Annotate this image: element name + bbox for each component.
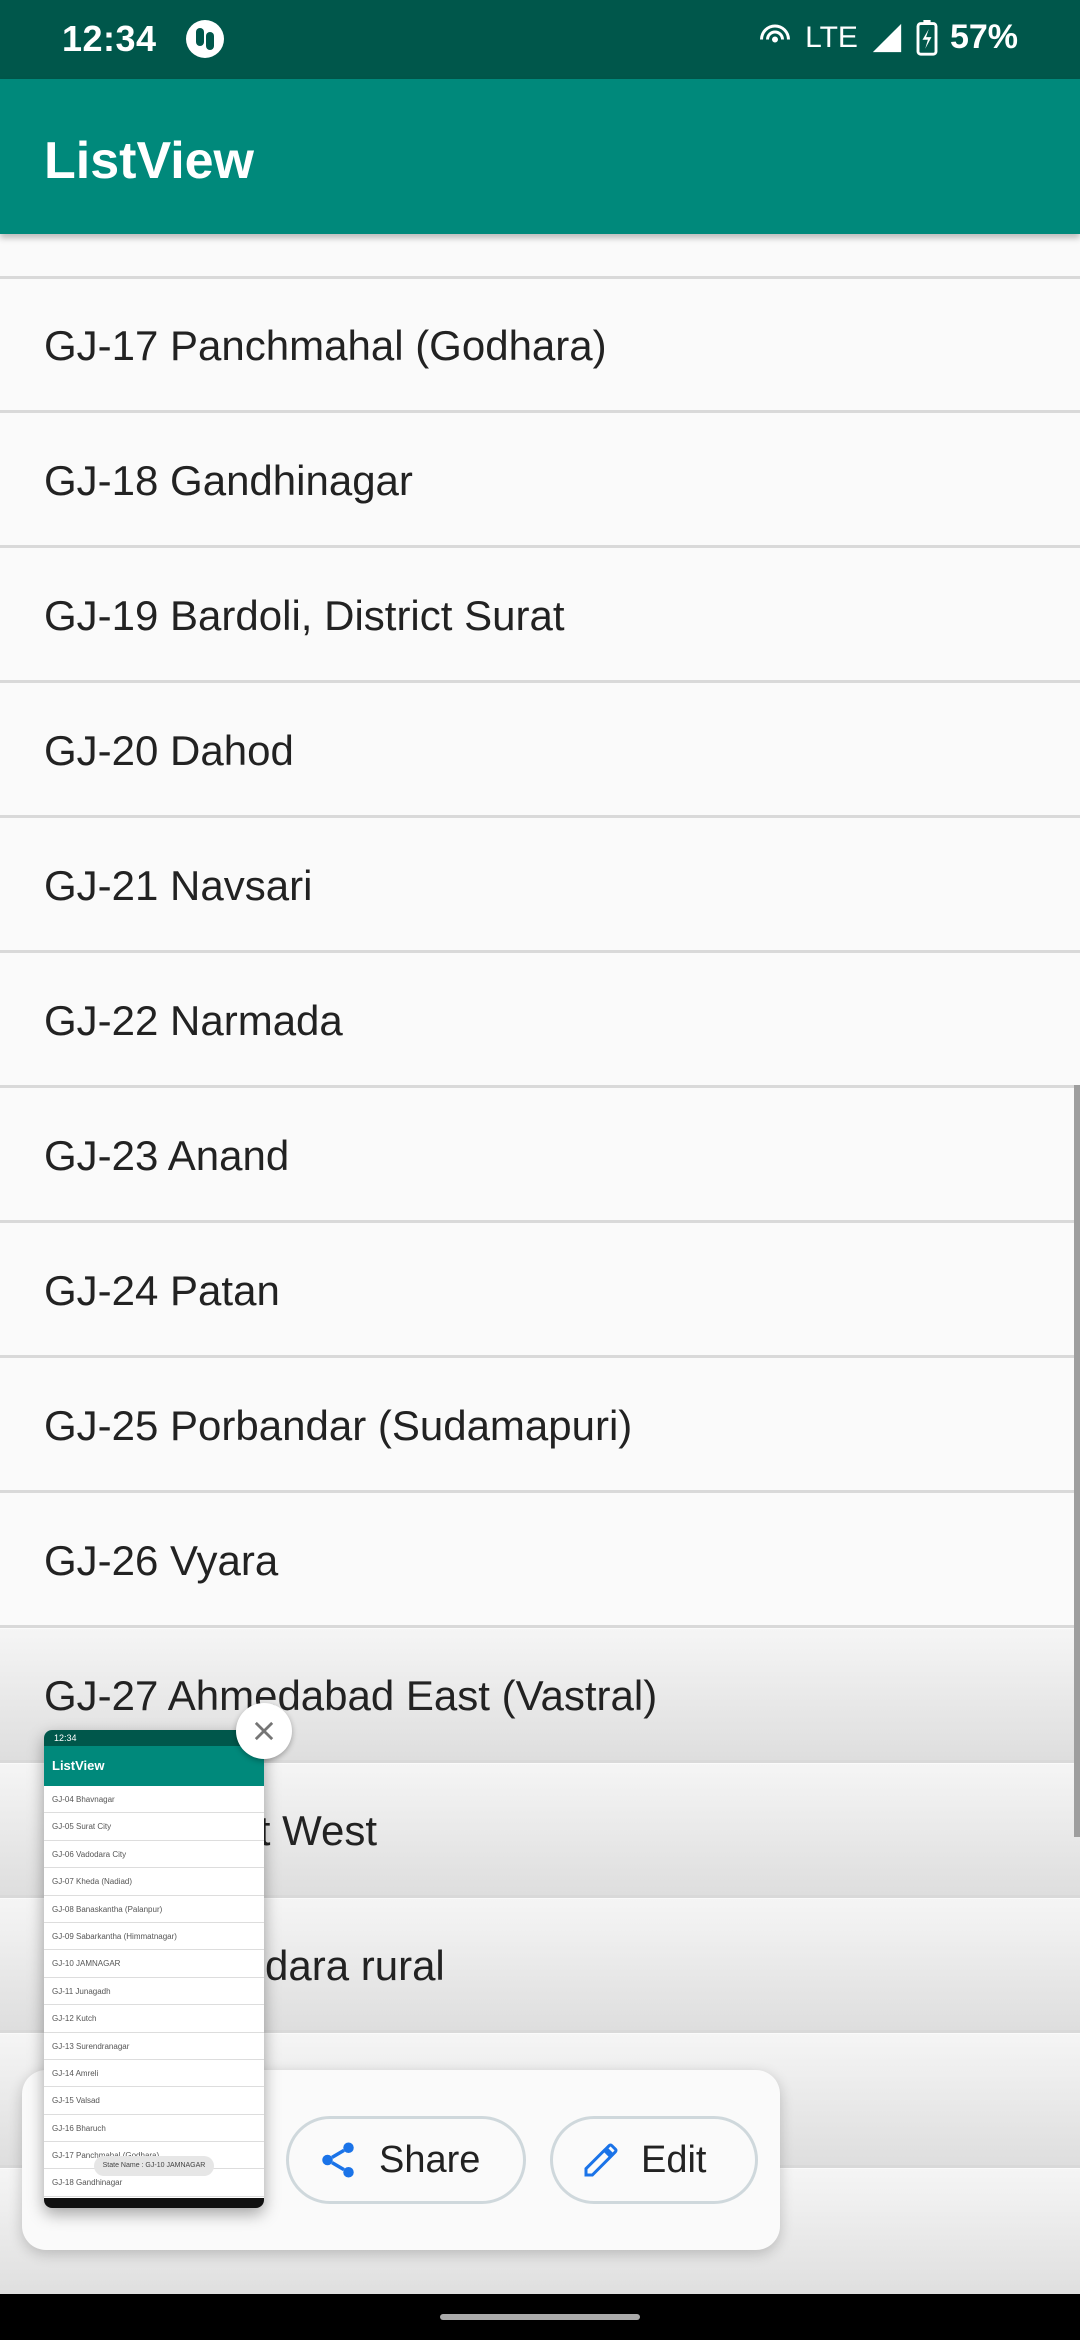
thumb-list-item: GJ-12 Kutch — [44, 2005, 264, 2033]
thumb-app-bar: ListView — [44, 1746, 264, 1786]
share-label: Share — [379, 2138, 481, 2181]
pencil-icon — [584, 2143, 618, 2177]
status-time: 12:34 — [62, 18, 157, 59]
thumb-list-item: GJ-08 Banaskantha (Palanpur) — [44, 1896, 264, 1923]
screenshot-thumbnail[interactable]: 12:34 ListView GJ-04 Bhavnagar GJ-05 Sur… — [44, 1730, 264, 2208]
battery-charging-icon — [916, 19, 938, 56]
thumb-list-item: GJ-13 Surendranagar — [44, 2033, 264, 2060]
thumb-list-item: GJ-10 JAMNAGAR — [44, 1950, 264, 1978]
page-title: ListView — [44, 132, 255, 190]
status-bar: 12:34 LTE 57% — [0, 0, 1080, 79]
thumb-list-item: GJ-15 Valsad — [44, 2087, 264, 2115]
status-icons: LTE 57% — [757, 18, 1018, 57]
gesture-handle[interactable] — [440, 2314, 640, 2320]
dismiss-button[interactable] — [236, 1703, 292, 1759]
list-item[interactable]: GJ-24 Patan — [0, 1224, 1080, 1358]
list-item[interactable]: GJ-21 Navsari — [0, 819, 1080, 953]
share-icon — [322, 2142, 354, 2178]
edit-label: Edit — [641, 2138, 707, 2181]
thumb-nav-bar — [44, 2198, 264, 2208]
thumb-list-item: GJ-14 Amreli — [44, 2060, 264, 2088]
list-item[interactable]: GJ-20 Dahod — [0, 684, 1080, 818]
list-item[interactable]: GJ-22 Narmada — [0, 954, 1080, 1088]
edit-button[interactable]: Edit — [550, 2116, 758, 2204]
thumb-list-item: GJ-07 Kheda (Nadiad) — [44, 1868, 264, 1896]
thumb-list-item: GJ-05 Surat City — [44, 1813, 264, 1841]
battery-percent: 57% — [949, 18, 1018, 56]
thumb-list-item: GJ-04 Bhavnagar — [44, 1786, 264, 1814]
app-notification-icon — [186, 20, 224, 58]
navigation-bar — [0, 2294, 1080, 2340]
app-bar: ListView — [0, 79, 1080, 234]
list-item[interactable]: GJ-17 Panchmahal (Godhara) — [0, 279, 1080, 413]
thumb-status-bar: 12:34 — [44, 1730, 264, 1746]
network-type: LTE — [805, 20, 858, 54]
list-item[interactable]: GJ-25 Porbandar (Sudamapuri) — [0, 1359, 1080, 1493]
thumb-list-item: GJ-11 Junagadh — [44, 1978, 264, 2006]
thumb-list-item: GJ-09 Sabarkantha (Himmatnagar) — [44, 1923, 264, 1951]
close-icon — [254, 1721, 274, 1741]
thumb-list-item: GJ-06 Vadodara City — [44, 1841, 264, 1869]
thumb-list-item: GJ-16 Bharuch — [44, 2115, 264, 2143]
signal-icon — [872, 23, 902, 52]
thumb-toast: State Name : GJ-10 JAMNAGAR — [94, 2156, 214, 2176]
list-item[interactable]: GJ-26 Vyara — [0, 1494, 1080, 1628]
list-item[interactable]: GJ-18 Gandhinagar — [0, 414, 1080, 548]
hotspot-icon — [760, 24, 791, 42]
list-item[interactable]: GJ-19 Bardoli, District Surat — [0, 549, 1080, 683]
list-item[interactable]: GJ-16 Bharuch — [0, 234, 1080, 279]
share-button[interactable]: Share — [286, 2116, 526, 2204]
list-item[interactable]: GJ-23 Anand — [0, 1089, 1080, 1223]
scrollbar[interactable] — [1074, 1085, 1080, 1837]
